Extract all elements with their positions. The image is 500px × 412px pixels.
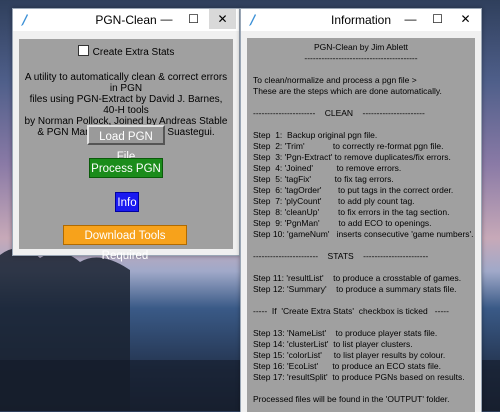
extra-stats-checkbox[interactable] [77, 45, 89, 56]
info-line: Step 17: 'resultSplit' to produce PGNs b… [253, 372, 465, 382]
process-pgn-button[interactable]: Process PGN [89, 158, 163, 178]
info-line: ---------------------- CLEAN -----------… [253, 108, 425, 118]
info-line [253, 97, 469, 108]
close-button[interactable]: ✕ [209, 9, 236, 29]
info-line: ---------------------------------------- [304, 53, 418, 63]
extra-stats-label[interactable]: Create Extra Stats [93, 47, 175, 58]
main-panel: Create Extra Stats A utility to automati… [19, 39, 233, 262]
info-line: ----------------------- STATS ----------… [253, 251, 429, 261]
info-line [253, 295, 469, 306]
info-line: To clean/normalize and process a pgn fil… [253, 75, 417, 85]
description-line: A utility to automatically clean & corre… [24, 72, 228, 94]
info-text: PGN-Clean by Jim Ablett -----------------… [253, 42, 474, 405]
description-line: files using PGN-Extract by David J. Barn… [29, 94, 223, 116]
info-line: These are the steps which are done autom… [253, 86, 442, 96]
info-line: Step 10: 'gameNum' inserts consecutive '… [253, 229, 474, 239]
minimize-button[interactable]: — [397, 9, 424, 29]
load-pgn-button[interactable]: Load PGN File [87, 125, 165, 163]
title-bar[interactable]: Information — ☐ ✕ [241, 9, 481, 31]
info-line: Step 11: 'resultList' to produce a cross… [253, 273, 462, 283]
download-tools-button[interactable]: Download Tools Required [63, 225, 187, 262]
info-line: Step 7: 'plyCount' to add ply count tag. [253, 196, 415, 206]
info-line: Step 13: 'NameList' to produce player st… [253, 328, 438, 338]
info-line [253, 262, 469, 273]
info-line: Step 3: 'Pgn-Extract' to remove duplicat… [253, 152, 451, 162]
info-line [253, 64, 469, 75]
information-window: Information — ☐ ✕ PGN-Clean by Jim Ablet… [240, 8, 482, 412]
info-line: Processed files will be found in the 'OU… [253, 394, 450, 404]
info-line: Step 1: Backup original pgn file. [253, 130, 378, 140]
info-line: Step 9: 'PgnMan' to add ECO to openings. [253, 218, 432, 228]
info-line: Step 15: 'colorList' to list player resu… [253, 350, 446, 360]
info-line: Step 12: 'Summary' to produce a summary … [253, 284, 457, 294]
info-line: Step 8: 'cleanUp' to fix errors in the t… [253, 207, 450, 217]
maximize-button[interactable]: ☐ [180, 9, 207, 29]
maximize-button[interactable]: ☐ [424, 9, 451, 29]
info-panel: PGN-Clean by Jim Ablett -----------------… [247, 38, 475, 412]
info-line: ----- If 'Create Extra Stats' checkbox i… [253, 306, 449, 316]
info-line [253, 119, 469, 130]
info-line [253, 240, 469, 251]
info-line: Step 14: 'clusterList' to list player cl… [253, 339, 413, 349]
minimize-button[interactable]: — [153, 9, 180, 29]
info-line [253, 317, 469, 328]
info-line [253, 383, 469, 394]
pgn-clean-window: PGN-Clean — ☐ ✕ Create Extra Stats A uti… [12, 8, 240, 262]
info-line: Step 6: 'tagOrder' to put tags in the co… [253, 185, 454, 195]
info-button[interactable]: Info [115, 192, 139, 212]
close-button[interactable]: ✕ [452, 9, 479, 29]
info-line: PGN-Clean by Jim Ablett [313, 42, 408, 52]
info-line: Step 4: 'Joined' to remove errors. [253, 163, 402, 173]
extra-stats-row: Create Extra Stats [19, 45, 233, 58]
info-line: Step 5: 'tagFix' to fix tag errors. [253, 174, 394, 184]
title-bar[interactable]: PGN-Clean — ☐ ✕ [13, 9, 239, 31]
info-line: Step 16: 'EcoList' to produce an ECO sta… [253, 361, 441, 371]
info-line: Step 2: 'Trim' to correctly re-format pg… [253, 141, 444, 151]
